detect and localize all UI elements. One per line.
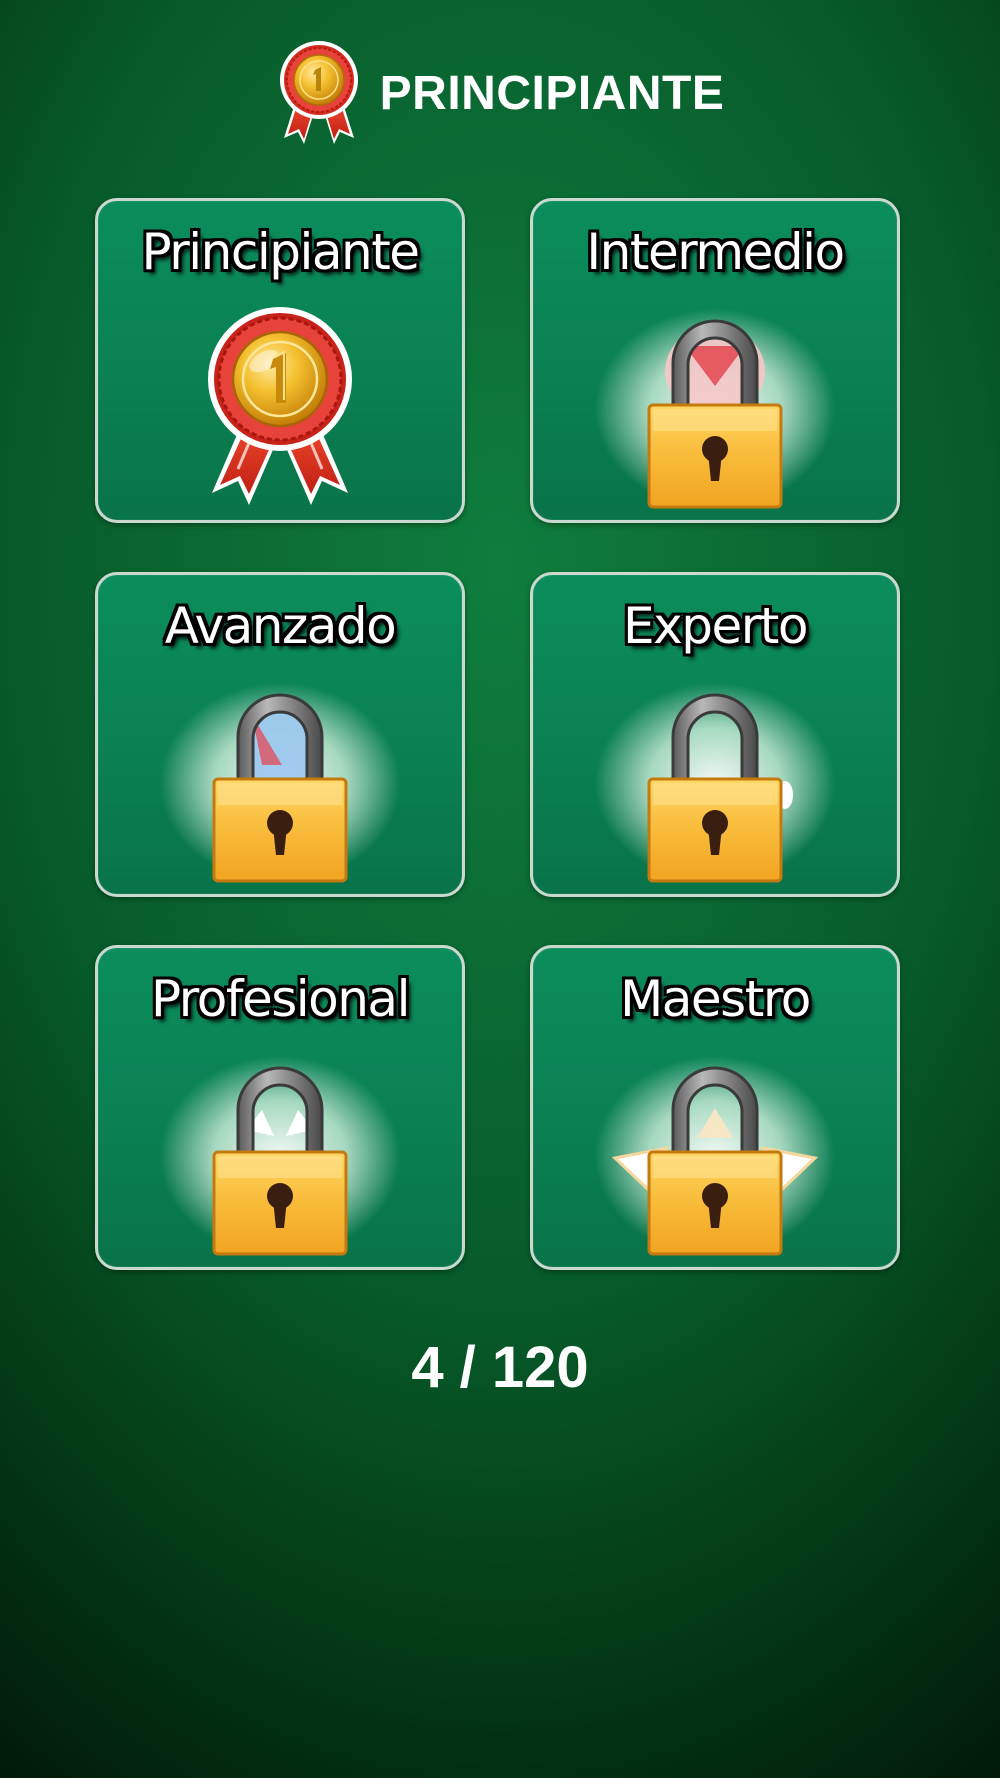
lock-icon xyxy=(585,301,845,511)
level-grid: Principiante Intermedio Avanzado Experto… xyxy=(95,198,903,1278)
progress-counter: 4 / 120 xyxy=(411,1335,589,1400)
level-tile-maestro[interactable]: Maestro xyxy=(530,945,900,1270)
level-label: Profesional xyxy=(151,970,410,1028)
level-tile-experto[interactable]: Experto xyxy=(530,572,900,897)
medal-icon xyxy=(276,40,362,146)
level-tile-profesional[interactable]: Profesional xyxy=(95,945,465,1270)
level-tile-intermedio[interactable]: Intermedio xyxy=(530,198,900,523)
lock-icon xyxy=(150,1048,410,1258)
lock-icon xyxy=(150,675,410,885)
level-label: Avanzado xyxy=(164,597,397,655)
level-tile-principiante[interactable]: Principiante xyxy=(95,198,465,523)
lock-icon xyxy=(585,675,845,885)
medal-icon xyxy=(150,301,410,511)
level-tile-avanzado[interactable]: Avanzado xyxy=(95,572,465,897)
level-label: Experto xyxy=(623,597,808,655)
header: PRINCIPIANTE xyxy=(0,40,1000,146)
level-label: Principiante xyxy=(141,223,420,281)
level-label: Maestro xyxy=(620,970,811,1028)
page-title: PRINCIPIANTE xyxy=(379,66,725,120)
lock-icon xyxy=(585,1048,845,1258)
level-label: Intermedio xyxy=(586,223,845,281)
